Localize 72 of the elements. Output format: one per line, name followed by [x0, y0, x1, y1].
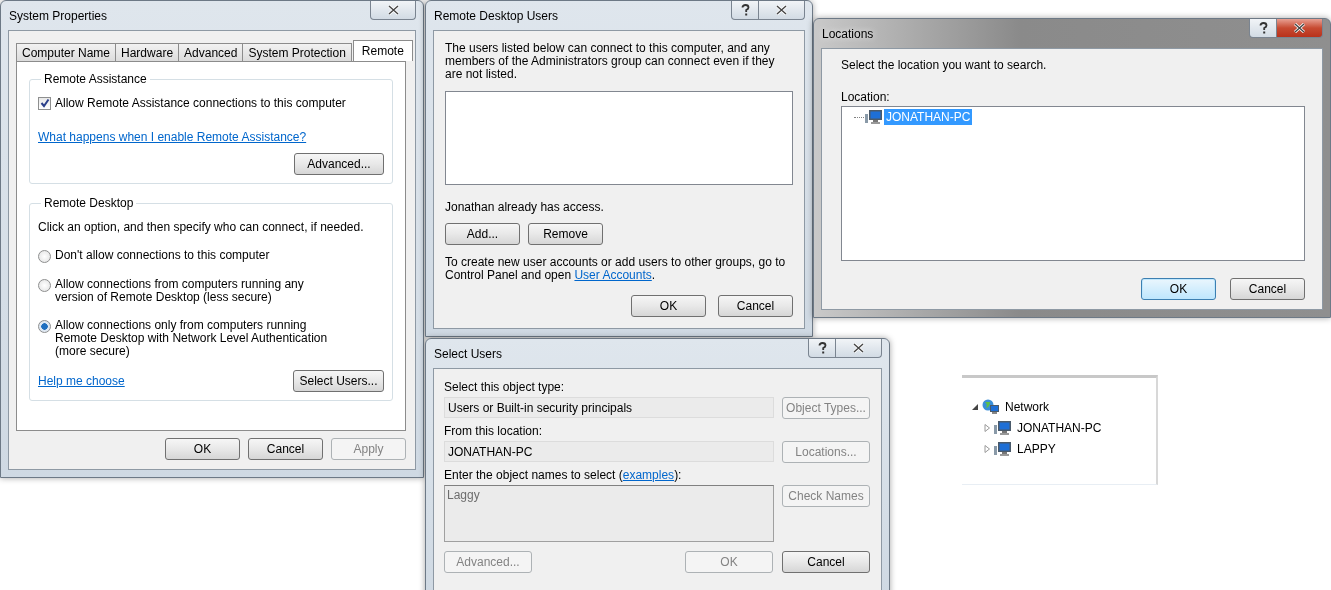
tab[interactable]: Remote: [352, 40, 413, 61]
network-icon: [982, 398, 1000, 415]
dialog-button[interactable]: Cancel: [718, 295, 793, 317]
users-list[interactable]: [445, 91, 793, 185]
dialog-button[interactable]: OK: [631, 295, 706, 317]
field-label: Location:: [841, 90, 891, 104]
help-link[interactable]: Help me choose: [38, 374, 125, 388]
text-link[interactable]: User Accounts: [574, 268, 652, 282]
computer-icon: [994, 440, 1012, 457]
help-icon: [740, 4, 750, 16]
radio-label: Allow connections from computers running any version of Remote Desktop (less secure): [55, 278, 305, 304]
instruction-text: Click an option, and then specify who can connect, if needed.: [38, 220, 365, 234]
field-label: Enter the object names to select (examples):: [444, 468, 683, 482]
expanded-arrow-icon[interactable]: [972, 402, 979, 411]
tab[interactable]: Hardware: [115, 43, 180, 61]
dialog-button[interactable]: Cancel: [782, 551, 870, 573]
close-button[interactable]: [836, 339, 882, 358]
checkbox-label: Allow Remote Assistance connections to this computer: [55, 96, 346, 110]
tree-item[interactable]: JONATHAN-PC: [1015, 419, 1104, 436]
radio-label: Allow connections only from computers running Remote Desktop with Network Level Authentication (more secure): [55, 319, 329, 358]
help-button[interactable]: [808, 339, 836, 358]
help-button[interactable]: [731, 1, 759, 20]
close-button[interactable]: [1277, 19, 1323, 38]
close-icon: [776, 5, 787, 15]
computer-icon: [865, 109, 883, 125]
dialog-button[interactable]: OK: [165, 438, 240, 460]
close-icon: [387, 5, 399, 15]
window-title: Select Users: [433, 346, 503, 361]
tab[interactable]: Advanced: [178, 43, 244, 61]
collapsed-arrow-icon[interactable]: [984, 423, 991, 432]
dialog-button[interactable]: Cancel: [1230, 278, 1305, 300]
window-title: Remote Desktop Users: [433, 8, 559, 23]
description-text: The users listed below can connect to this computer, and any members of the Administrators group can connect even if they are not listed.: [445, 42, 776, 81]
field-label: Select this object type:: [444, 380, 566, 394]
close-icon: [1294, 23, 1305, 33]
radio-button[interactable]: [38, 279, 51, 292]
read-only-field: Users or Built-in security principals: [444, 397, 774, 418]
advanced-button[interactable]: Advanced...: [294, 153, 384, 175]
collapsed-arrow-icon[interactable]: [984, 444, 991, 453]
computer-icon: [994, 419, 1012, 436]
text-link[interactable]: examples: [622, 468, 675, 482]
radio-button[interactable]: [38, 320, 51, 333]
names-field[interactable]: Laggy: [444, 485, 774, 542]
help-link[interactable]: What happens when I enable Remote Assistance?: [38, 130, 307, 144]
tree-item[interactable]: Network: [1003, 398, 1051, 415]
window-title: System Properties: [8, 8, 108, 23]
read-only-field: JONATHAN-PC: [444, 441, 774, 462]
footer-text: To create new user accounts or add users to other groups, go to Control Panel and open User Accounts.: [445, 256, 787, 282]
checkbox[interactable]: [38, 96, 51, 110]
help-button[interactable]: [1249, 19, 1277, 38]
radio-label: Don't allow connections to this computer: [55, 249, 271, 262]
radio-button[interactable]: [38, 250, 51, 263]
close-icon: [853, 343, 864, 353]
dialog-button[interactable]: OK: [1141, 278, 1216, 300]
select-users-button[interactable]: Select Users...: [293, 370, 384, 392]
close-button[interactable]: [370, 1, 416, 20]
close-button[interactable]: [759, 1, 805, 20]
help-icon: [1258, 22, 1268, 34]
tab[interactable]: Computer Name: [16, 43, 117, 61]
window-title: Locations: [821, 26, 874, 41]
list-button[interactable]: Add...: [445, 223, 520, 245]
prompt-text: Select the location you want to search.: [841, 59, 1048, 72]
tree-line: [854, 116, 864, 118]
tab[interactable]: System Protection: [242, 43, 352, 61]
access-note: Jonathan already has access.: [445, 201, 605, 214]
list-button[interactable]: Remove: [528, 223, 603, 245]
field-label: From this location:: [444, 424, 544, 438]
dialog-button[interactable]: Cancel: [248, 438, 323, 460]
group-heading: Remote Assistance: [43, 72, 148, 86]
tree-item[interactable]: LAPPY: [1015, 440, 1058, 457]
group-heading: Remote Desktop: [43, 196, 135, 210]
help-icon: [817, 342, 827, 354]
